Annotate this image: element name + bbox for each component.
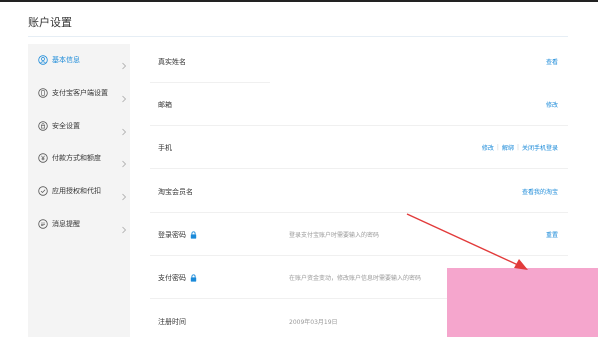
annotation-arrow bbox=[406, 213, 528, 270]
